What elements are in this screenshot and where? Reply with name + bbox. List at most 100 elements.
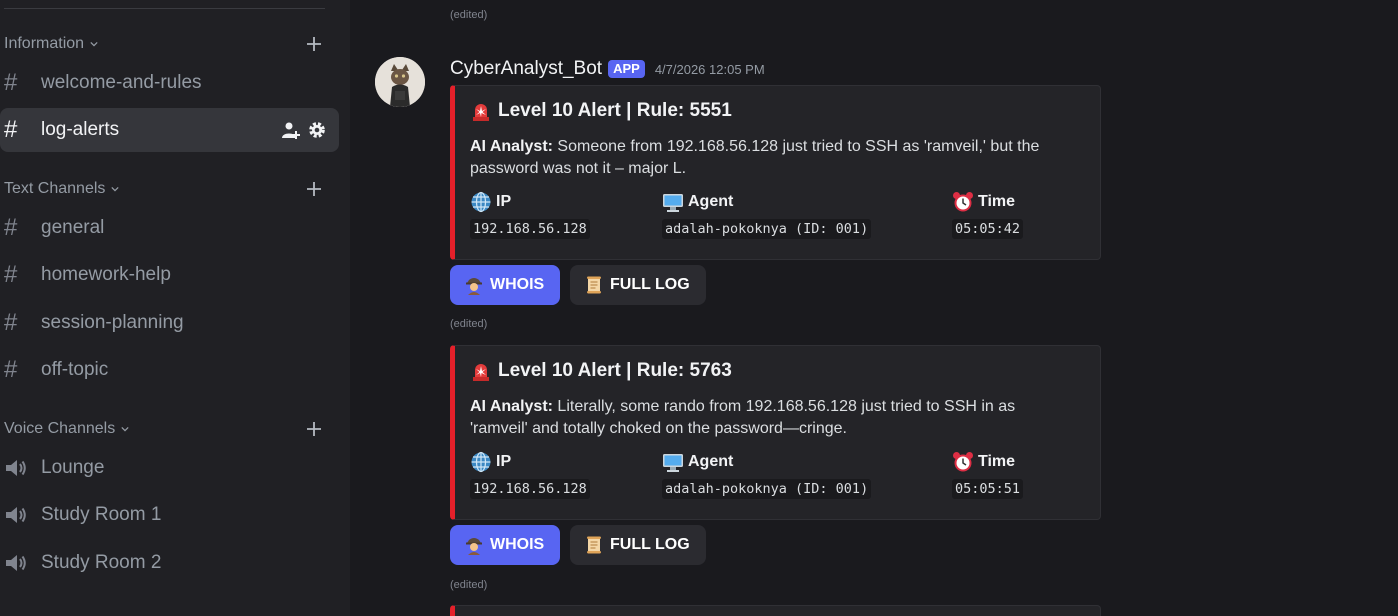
globe-icon [471, 191, 491, 213]
edited-label: (edited) [450, 318, 488, 330]
alert-embed: Level 10 Alert | Rule: 5763 AI Analyst: … [450, 345, 1101, 520]
add-channel-icon[interactable] [303, 418, 325, 440]
message-area: (edited) CyberAnalyst_Bot APP 4/7/2026 1… [350, 0, 1398, 616]
speaker-icon [0, 552, 41, 574]
category-label: Information [4, 35, 85, 52]
analyst-label: AI Analyst: [470, 138, 553, 155]
button-label: WHOIS [490, 276, 545, 293]
channel-label: session-planning [41, 312, 184, 333]
alarm-clock-icon [953, 192, 973, 212]
globe-icon [471, 451, 491, 473]
detective-icon [466, 278, 482, 295]
app-window: Information # welcome-and-rules # log-al… [0, 0, 1398, 616]
hash-icon: # [4, 356, 18, 383]
category-label: Voice Channels [4, 420, 116, 437]
app-badge: APP [608, 60, 645, 78]
field-ip: IP 192.168.56.128 [470, 190, 590, 239]
button-label: FULL LOG [610, 536, 690, 553]
voice-channel-study-room-1[interactable]: Study Room 1 [0, 493, 339, 537]
channel-label: welcome-and-rules [41, 72, 202, 93]
field-agent: Agent adalah-pokoknya (ID: 001) [662, 450, 872, 499]
field-name: IP [496, 193, 512, 210]
scroll-icon [587, 536, 601, 554]
chevron-down-icon [121, 426, 129, 432]
analyst-text: Someone from 192.168.56.128 just tried t… [470, 138, 1040, 177]
field-value: 05:05:42 [952, 219, 1024, 239]
field-name: Agent [688, 193, 734, 210]
alarm-clock-icon [953, 452, 973, 472]
alert-embed [450, 605, 1101, 616]
computer-icon [663, 454, 683, 472]
channel-general[interactable]: # general [0, 206, 339, 250]
gear-icon[interactable] [307, 120, 327, 140]
field-value: 192.168.56.128 [470, 219, 590, 239]
embed-title-text: Level 10 Alert | Rule: 5763 [498, 360, 732, 381]
field-value: 192.168.56.128 [470, 479, 590, 499]
channel-label: general [41, 217, 105, 238]
category-information[interactable]: Information [4, 33, 325, 55]
edited-label: (edited) [450, 9, 488, 21]
add-channel-icon[interactable] [303, 33, 325, 55]
button-label: FULL LOG [610, 276, 690, 293]
field-value: 05:05:51 [952, 479, 1024, 499]
whois-button[interactable]: WHOIS [450, 525, 560, 565]
whois-button[interactable]: WHOIS [450, 265, 560, 305]
message-header: CyberAnalyst_Bot APP 4/7/2026 12:05 PM [450, 58, 765, 80]
voice-channel-study-room-2[interactable]: Study Room 2 [0, 541, 339, 585]
channel-log-alerts[interactable]: # log-alerts [0, 108, 339, 152]
category-text-channels[interactable]: Text Channels [4, 178, 325, 200]
hash-icon: # [4, 214, 18, 241]
chevron-down-icon [90, 41, 98, 47]
full-log-button[interactable]: FULL LOG [570, 265, 706, 305]
siren-icon [473, 364, 489, 381]
detective-icon [466, 538, 482, 555]
full-log-button[interactable]: FULL LOG [570, 525, 706, 565]
category-voice-channels[interactable]: Voice Channels [4, 418, 325, 440]
hash-icon: # [4, 116, 18, 143]
field-agent: Agent adalah-pokoknya (ID: 001) [662, 190, 872, 239]
field-name: Time [978, 453, 1016, 470]
voice-channel-lounge[interactable]: Lounge [0, 446, 339, 490]
analyst-label: AI Analyst: [470, 398, 553, 415]
add-channel-icon[interactable] [303, 178, 325, 200]
channel-session-planning[interactable]: # session-planning [0, 301, 339, 345]
create-invite-icon[interactable] [281, 120, 301, 140]
channel-homework-help[interactable]: # homework-help [0, 253, 339, 297]
divider [4, 8, 325, 9]
hash-icon: # [4, 309, 18, 336]
username[interactable]: CyberAnalyst_Bot [450, 58, 602, 80]
channel-welcome-and-rules[interactable]: # welcome-and-rules [0, 61, 339, 105]
computer-icon [663, 194, 683, 212]
scroll-icon [587, 276, 601, 294]
category-label: Text Channels [4, 180, 106, 197]
field-name: Time [978, 193, 1016, 210]
channel-label: off-topic [41, 359, 109, 380]
button-label: WHOIS [490, 536, 545, 553]
embed-title: Level 10 Alert | Rule: 5763 [470, 360, 732, 382]
speaker-icon [0, 504, 41, 526]
hash-icon: # [4, 261, 18, 288]
channel-label: Lounge [41, 457, 105, 478]
edited-label: (edited) [450, 579, 488, 591]
channel-label: homework-help [41, 264, 171, 285]
field-name: Agent [688, 453, 734, 470]
hash-icon: # [4, 69, 18, 96]
avatar[interactable] [375, 57, 425, 107]
alert-embed: Level 10 Alert | Rule: 5551 AI Analyst: … [450, 85, 1101, 260]
embed-title: Level 10 Alert | Rule: 5551 [470, 100, 732, 122]
timestamp: 4/7/2026 12:05 PM [654, 61, 765, 77]
channel-label: Study Room 1 [41, 504, 162, 525]
channel-sidebar: Information # welcome-and-rules # log-al… [0, 0, 350, 616]
field-name: IP [496, 453, 512, 470]
embed-description: AI Analyst: Literally, some rando from 1… [470, 396, 1070, 440]
embed-title-text: Level 10 Alert | Rule: 5551 [498, 100, 732, 121]
channel-label: Study Room 2 [41, 552, 162, 573]
chevron-down-icon [111, 186, 120, 192]
channel-off-topic[interactable]: # off-topic [0, 348, 339, 392]
field-ip: IP 192.168.56.128 [470, 450, 590, 499]
field-value: adalah-pokoknya (ID: 001) [662, 219, 872, 239]
speaker-icon [0, 457, 41, 479]
embed-description: AI Analyst: Someone from 192.168.56.128 … [470, 136, 1070, 180]
field-time: Time 05:05:42 [952, 190, 1024, 239]
field-value: adalah-pokoknya (ID: 001) [662, 479, 872, 499]
